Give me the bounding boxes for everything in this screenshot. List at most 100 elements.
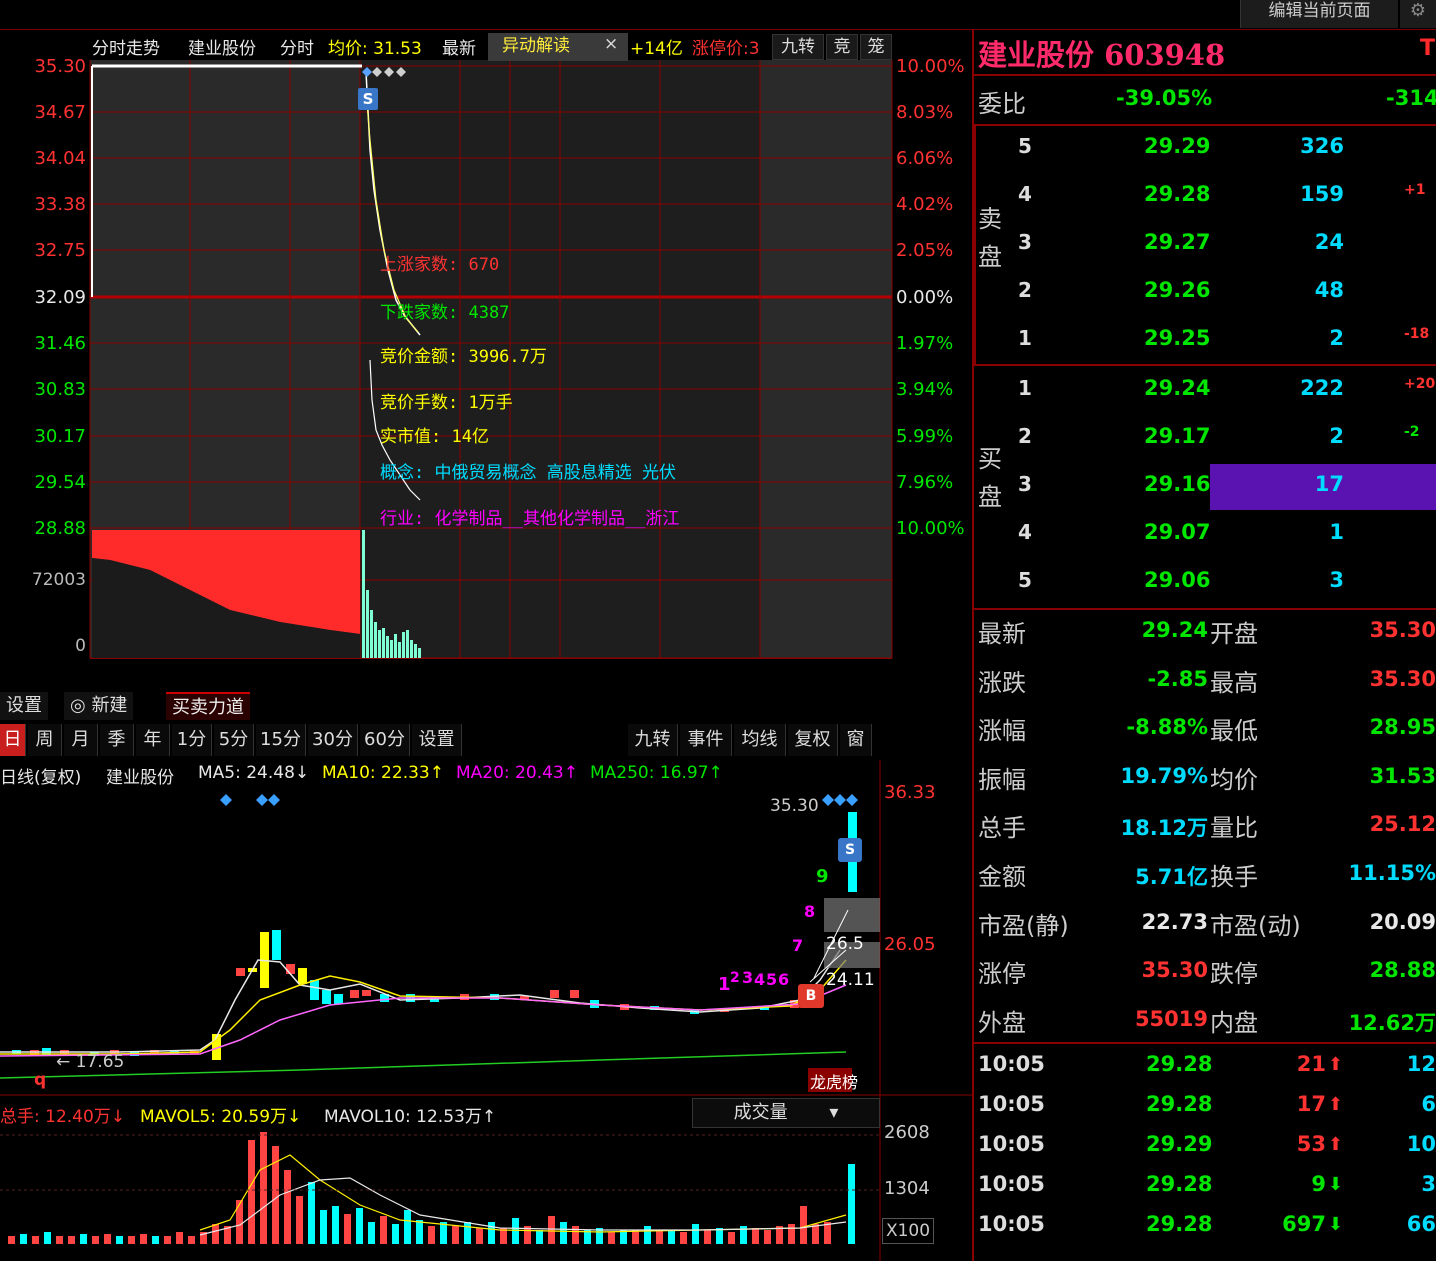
tick-price: 29.28 xyxy=(1146,1172,1213,1196)
cage-tab[interactable]: 笼 xyxy=(860,34,892,60)
pct-tick: 10.00% xyxy=(896,518,965,539)
volume-tick-2608: 2608 xyxy=(884,1122,930,1143)
tool-tab[interactable]: 复权 xyxy=(788,724,838,756)
price-tick: 33.38 xyxy=(34,194,86,215)
sell-signal-marker: S xyxy=(362,90,374,108)
bid-level: 2 xyxy=(1018,424,1032,448)
volume-bar xyxy=(608,1232,615,1244)
arrow-down-icon: ⬇ xyxy=(1328,1214,1344,1235)
period-tab[interactable]: 周 xyxy=(28,724,62,756)
price-tick: 30.17 xyxy=(34,426,86,447)
volume-bar xyxy=(236,1200,243,1244)
arrow-down-icon: ⬇ xyxy=(1328,1174,1344,1195)
volume-bar xyxy=(416,1220,423,1244)
pct-tick: 10.00% xyxy=(896,56,965,77)
tool-tab[interactable]: 事件 xyxy=(680,724,732,756)
new-tab[interactable]: ◎ 新建 xyxy=(64,692,134,720)
bid-level: 3 xyxy=(1018,472,1032,496)
bid-price: 29.17 xyxy=(1144,424,1211,448)
stat-value: 25.12 xyxy=(1369,812,1436,837)
tick-volume: 21 xyxy=(1296,1052,1326,1076)
volume-bar xyxy=(536,1230,543,1244)
pct-tick: 2.05% xyxy=(896,240,954,261)
period-tab[interactable]: 15分 xyxy=(256,724,306,756)
candle xyxy=(236,968,245,976)
price-tick: 28.88 xyxy=(34,518,86,539)
ma10-label: MA10: 22.33↑ xyxy=(322,763,444,783)
bid-vol: 17 xyxy=(1314,472,1344,496)
volume-bar xyxy=(188,1236,195,1244)
nine-turn-count: 3 xyxy=(742,968,754,987)
stat-label: 涨幅 xyxy=(978,717,1026,746)
period-tab[interactable]: 1分 xyxy=(172,724,212,756)
ask-vol: 326 xyxy=(1300,134,1344,158)
period-tab[interactable]: 5分 xyxy=(214,724,254,756)
pct-tick: 7.96% xyxy=(896,472,954,493)
price-tick: 32.09 xyxy=(34,287,86,308)
stat-label: 开盘 xyxy=(1210,620,1258,648)
gear-icon[interactable]: ⚙ xyxy=(1400,0,1436,28)
volume-bar xyxy=(68,1236,75,1244)
close-icon[interactable]: × xyxy=(604,34,618,54)
stat-label: 内盘 xyxy=(1210,1008,1258,1037)
indicator-selector[interactable]: 成交量 ▾ xyxy=(692,1098,880,1128)
tick-time: 10:05 xyxy=(978,1212,1045,1236)
pct-tick: 6.06% xyxy=(896,148,954,169)
box-label-2: 24.11 xyxy=(826,970,875,990)
q-marker: q xyxy=(34,1070,47,1090)
bid-level: 5 xyxy=(1018,568,1032,592)
ask-chg: -18 xyxy=(1404,326,1430,342)
volume-bar xyxy=(260,1132,267,1244)
period-tab[interactable]: 30分 xyxy=(308,724,358,756)
settings-tab[interactable]: 设置 xyxy=(0,692,48,720)
volume-bar xyxy=(128,1236,135,1244)
volume-bar xyxy=(548,1216,555,1244)
period-tab[interactable]: 日 xyxy=(0,724,26,756)
tool-tab[interactable]: 九转 xyxy=(628,724,678,756)
stat-value: 19.79% xyxy=(1120,763,1208,788)
daily-kline-chart[interactable] xyxy=(0,760,972,1261)
edit-page-button[interactable]: 编辑当前页面 xyxy=(1240,0,1398,28)
chevron-down-icon: ▾ xyxy=(829,1102,839,1123)
price-tick: 34.67 xyxy=(34,102,86,123)
ma5-label: MA5: 24.48↓ xyxy=(198,763,310,783)
stat-value: 18.12万 xyxy=(1120,816,1208,841)
bid-price: 29.16 xyxy=(1144,472,1211,496)
dragon-tiger-tag[interactable]: 龙虎榜 xyxy=(810,1069,858,1093)
period-tab[interactable]: 季 xyxy=(100,724,134,756)
stat-value: 29.24 xyxy=(1141,618,1208,642)
period-tab[interactable]: 年 xyxy=(136,724,170,756)
industry-tags: 行业: 化学制品__其他化学制品__浙江 xyxy=(380,509,680,529)
volume-bar xyxy=(20,1234,27,1244)
period-tab[interactable]: 60分 xyxy=(360,724,410,756)
stat-value: 28.95 xyxy=(1369,715,1436,740)
stat-value: 5.71亿 xyxy=(1135,865,1208,889)
low-price-label: ← 17.65 xyxy=(56,1052,125,1072)
stat-label: 涨停 xyxy=(978,960,1026,989)
bid-vol: 2 xyxy=(1329,424,1344,448)
tool-tab[interactable]: 均线 xyxy=(734,724,786,756)
latest-label: 最新 xyxy=(442,39,476,59)
period-tab[interactable]: 月 xyxy=(64,724,98,756)
volume-bar xyxy=(752,1228,759,1244)
period-tab[interactable]: 设置 xyxy=(412,724,462,756)
stat-value: 35.30 xyxy=(1369,618,1436,642)
buysell-power-tab[interactable]: 买卖力道 xyxy=(166,692,250,720)
auction-tab[interactable]: 竞 xyxy=(826,34,858,60)
bid-level: 1 xyxy=(1018,376,1032,400)
nine-turn-tab[interactable]: 九转 xyxy=(772,34,824,60)
tick-price: 29.28 xyxy=(1146,1052,1213,1076)
tool-tab[interactable]: 窗 xyxy=(840,724,872,756)
volume-bar xyxy=(356,1208,363,1244)
ask-level: 4 xyxy=(1018,182,1032,206)
tick-time: 10:05 xyxy=(978,1132,1045,1156)
tick-volume: 9 xyxy=(1311,1172,1326,1196)
tick-price: 29.29 xyxy=(1146,1132,1213,1156)
nine-turn-count: 5 xyxy=(766,970,778,989)
volume-unit: X100 xyxy=(882,1218,934,1244)
volume-bar xyxy=(704,1230,711,1244)
bid-price: 29.06 xyxy=(1144,568,1211,592)
mavol10-label: MAVOL10: 12.53万↑ xyxy=(324,1107,497,1127)
volume-bar xyxy=(476,1228,483,1244)
stat-value: -8.88% xyxy=(1126,715,1208,740)
